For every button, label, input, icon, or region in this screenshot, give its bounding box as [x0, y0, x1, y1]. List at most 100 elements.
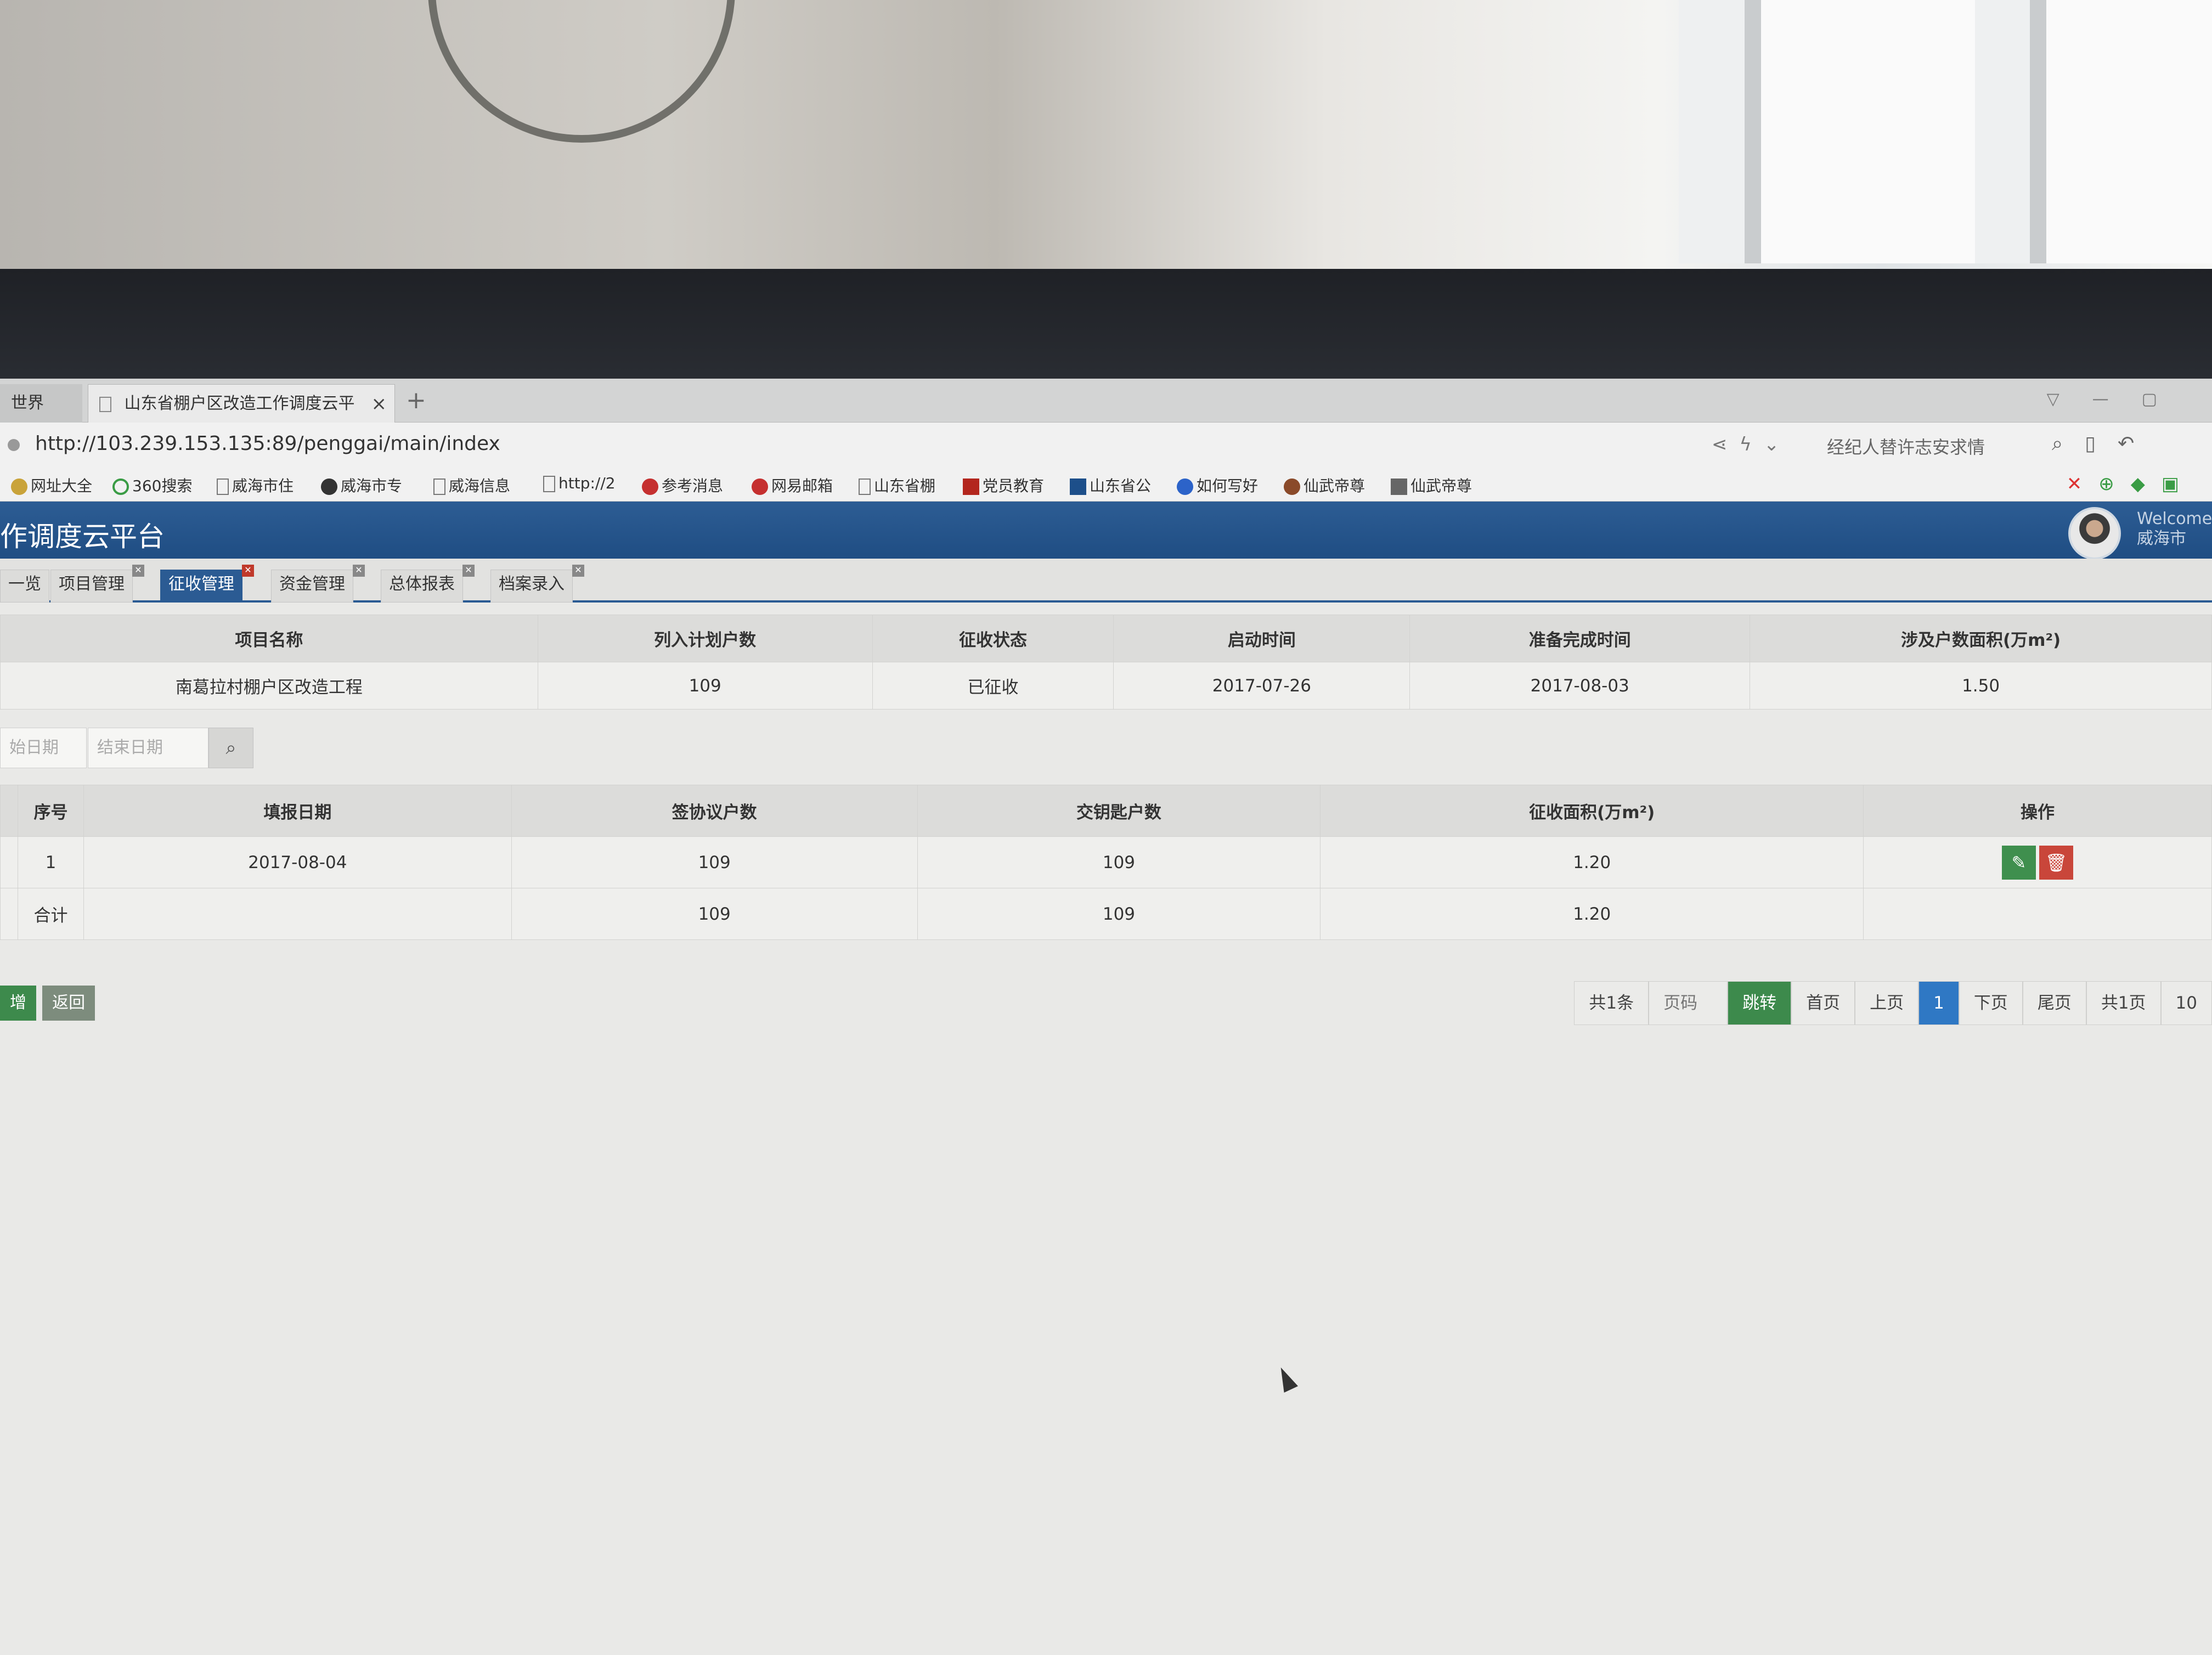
new-tab-button[interactable]: +	[406, 386, 426, 414]
module-tabs: 一览 项目管理 ✕ 征收管理 ✕ 资金管理 ✕ 总体报表 ✕ 档案录入 ✕	[0, 559, 2212, 603]
bookmark-item[interactable]: 威海市专	[321, 474, 402, 496]
close-icon[interactable]: ✕	[353, 565, 365, 577]
column-header: 征收状态	[872, 615, 1114, 662]
room-background	[0, 0, 2212, 285]
tab-overview[interactable]: 一览	[0, 570, 49, 603]
bookmark-item[interactable]: 仙武帝尊	[1391, 474, 1472, 496]
bookmark-icon	[963, 479, 979, 495]
tab-expropriation-management[interactable]: 征收管理 ✕	[160, 565, 254, 603]
bookmark-item[interactable]: 威海市住	[217, 474, 294, 496]
row-number: 1	[17, 836, 84, 888]
browser-tab-previous[interactable]: 世界	[0, 384, 82, 423]
search-field[interactable]: 经纪人替许志安求情	[1827, 434, 1985, 459]
welcome-text: Welcome 威海市	[2137, 509, 2212, 549]
page-number-input-wrap[interactable]	[1649, 981, 1728, 1025]
site-info-icon[interactable]	[8, 439, 20, 451]
bookmark-item[interactable]: 网址大全	[11, 474, 92, 496]
bookmark-icon	[1284, 479, 1300, 495]
total-label: 合计	[17, 888, 84, 940]
bookmark-icon	[752, 479, 768, 495]
bookmark-item[interactable]: 如何写好	[1177, 474, 1258, 496]
tab-fund-management[interactable]: 资金管理 ✕	[271, 565, 365, 603]
url-field[interactable]: http://103.239.153.135:89/penggai/main/i…	[35, 432, 500, 455]
keys-handed-households: 109	[917, 836, 1321, 888]
records-table: 序号 填报日期 签协议户数 交钥匙户数 征收面积(万m²) 操作 1 2017-…	[0, 785, 2212, 940]
bookmark-item[interactable]: 仙武帝尊	[1284, 474, 1365, 496]
bookmark-item[interactable]: 山东省棚	[859, 474, 935, 496]
close-tab-icon[interactable]: ×	[371, 385, 387, 423]
close-icon[interactable]: ✕	[572, 565, 584, 577]
column-header: 准备完成时间	[1409, 615, 1751, 662]
jump-button[interactable]: 跳转	[1728, 981, 1792, 1025]
bookmark-item[interactable]: 360搜索	[112, 474, 192, 496]
planned-households: 109	[537, 662, 873, 710]
bookmark-icon	[217, 479, 229, 495]
page-size-select[interactable]: 10	[2160, 981, 2212, 1025]
current-page[interactable]: 1	[1918, 981, 1959, 1025]
window-controls[interactable]: ▽—▢	[2047, 390, 2190, 409]
close-icon[interactable]: ✕	[132, 565, 144, 577]
tab-archive-entry[interactable]: 档案录入 ✕	[490, 565, 584, 603]
column-header: 项目名称	[0, 615, 538, 662]
row-checkbox[interactable]	[0, 836, 18, 888]
window	[1679, 0, 2212, 263]
planned-completion-date: 2017-08-03	[1409, 662, 1751, 710]
edit-icon: ✎	[2011, 852, 2027, 873]
window-pane	[2030, 0, 2212, 263]
column-header: 征收面积(万m²)	[1320, 785, 1864, 837]
bookmark-item[interactable]: http://2	[543, 474, 616, 492]
avatar[interactable]	[2068, 507, 2121, 560]
total-keys: 109	[917, 888, 1321, 940]
bookmark-icon	[1391, 479, 1407, 495]
toolbar-icons[interactable]: ⌕▯↶	[2052, 432, 2156, 455]
bookmark-icon	[859, 479, 871, 495]
bookmark-icon	[642, 479, 658, 495]
user-city: 威海市	[2137, 529, 2186, 548]
column-header: 操作	[1863, 785, 2212, 837]
window-pane	[1745, 0, 1975, 263]
end-date-input[interactable]: 结束日期	[88, 728, 208, 768]
area-value: 1.50	[1750, 662, 2212, 710]
project-info-table: 项目名称 列入计划户数 征收状态 启动时间 准备完成时间 涉及户数面积(万m²)…	[0, 615, 2212, 710]
close-icon[interactable]: ✕	[462, 565, 475, 577]
app-title: 作调度云平台	[0, 521, 165, 553]
bookmark-item[interactable]: 威海信息	[433, 474, 510, 496]
search-button[interactable]: ⌕	[208, 728, 253, 768]
next-page-button[interactable]: 下页	[1959, 981, 2023, 1025]
prev-page-button[interactable]: 上页	[1855, 981, 1919, 1025]
add-button[interactable]: 增	[0, 986, 36, 1021]
total-row: 合计 109 109 1.20	[0, 888, 2212, 940]
extension-icons[interactable]: ✕⊕◆▣	[2067, 473, 2196, 495]
bookmark-item[interactable]: 党员教育	[963, 474, 1044, 496]
browser-tab-label: 世界	[11, 393, 44, 413]
bookmark-item[interactable]: 山东省公	[1070, 474, 1151, 496]
bookmark-item[interactable]: 网易邮箱	[752, 474, 833, 496]
column-header: 列入计划户数	[537, 615, 873, 662]
bookmark-icon	[543, 476, 555, 492]
bookmark-icon	[112, 479, 129, 495]
bookmark-icon	[433, 479, 445, 495]
bookmarks-bar: 网址大全 360搜索 威海市住 威海市专 威海信息 http://2 参考消息 …	[0, 466, 2212, 502]
back-button[interactable]: 返回	[42, 986, 95, 1021]
page-number-input[interactable]	[1663, 993, 1713, 1013]
table-row: 南葛拉村棚户区改造工程 109 已征收 2017-07-26 2017-08-0…	[0, 662, 2212, 710]
edit-button[interactable]: ✎	[2002, 845, 2036, 880]
column-header: 填报日期	[83, 785, 512, 837]
welcome-label: Welcome	[2137, 509, 2212, 528]
share-icon[interactable]: ⋖ϟ⌄	[1712, 434, 1791, 455]
browser-tab-label: 山东省棚户区改造工作调度云平	[124, 394, 355, 413]
tab-project-management[interactable]: 项目管理 ✕	[50, 565, 144, 603]
address-bar: http://103.239.153.135:89/penggai/main/i…	[0, 423, 2212, 466]
browser-tab-active[interactable]: 山东省棚户区改造工作调度云平 ×	[88, 384, 395, 423]
total-actions-empty	[1863, 888, 2212, 940]
tab-overall-report[interactable]: 总体报表 ✕	[381, 565, 475, 603]
close-icon[interactable]: ✕	[242, 565, 254, 577]
total-date-empty	[83, 888, 512, 940]
monitor-screen: 世界 山东省棚户区改造工作调度云平 × + ▽—▢ http://103.239…	[0, 379, 2212, 1655]
last-page-button[interactable]: 尾页	[2022, 981, 2086, 1025]
delete-button[interactable]: 🗑	[2039, 845, 2074, 880]
first-page-button[interactable]: 首页	[1791, 981, 1855, 1025]
bookmark-item[interactable]: 参考消息	[642, 474, 723, 496]
column-header: 签协议户数	[511, 785, 918, 837]
start-date-input[interactable]: 始日期	[0, 728, 87, 768]
